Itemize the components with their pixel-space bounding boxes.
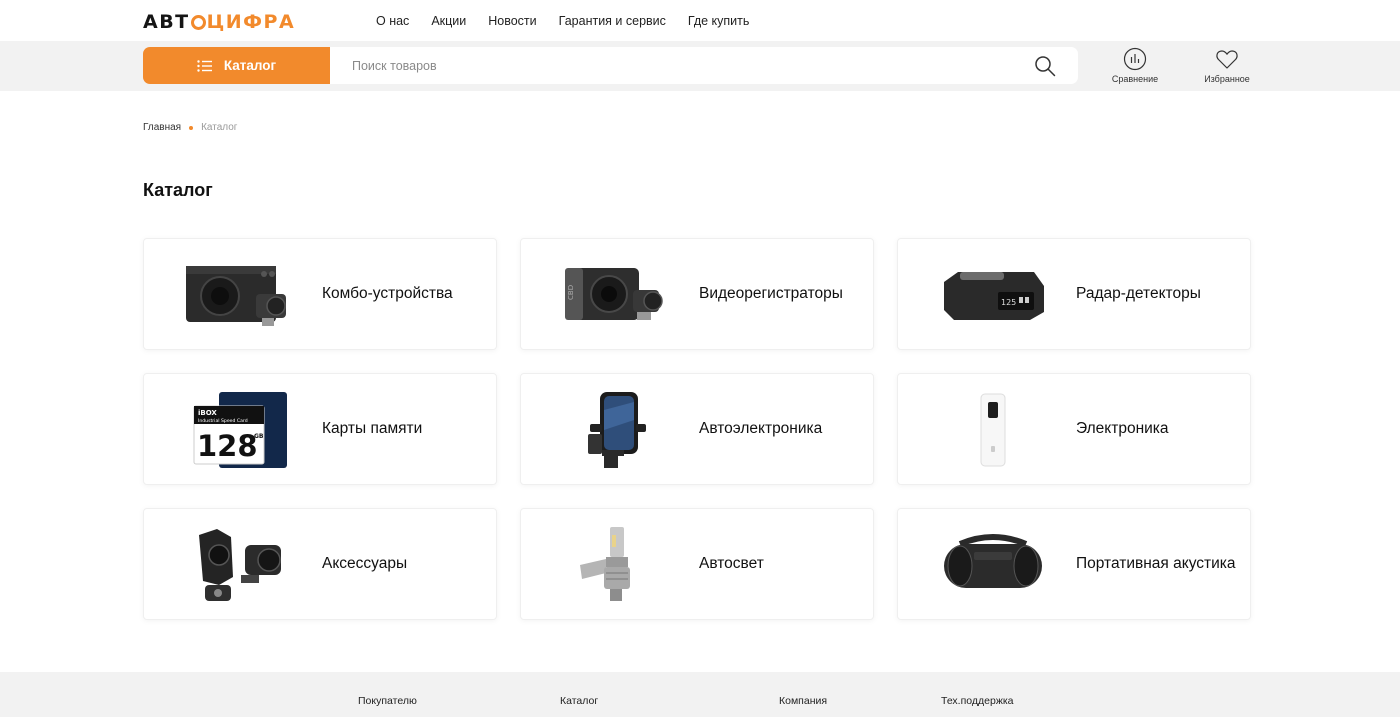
search-bar: [330, 47, 1078, 84]
category-card[interactable]: CBD Видеорегистраторы: [520, 238, 874, 350]
category-card[interactable]: Портативная акустика: [897, 508, 1251, 620]
footer-heading-buyer[interactable]: Покупателю: [358, 695, 417, 707]
favorites-button[interactable]: Избранное: [1201, 47, 1253, 84]
catalog-button-label: Каталог: [223, 58, 277, 73]
breadcrumb-home[interactable]: Главная: [143, 122, 181, 133]
favorites-label: Избранное: [1204, 74, 1250, 84]
phone-holder-icon: [561, 392, 671, 468]
powerbank-icon: [938, 392, 1048, 468]
logo-text-right: ЦИФРА: [206, 11, 296, 33]
category-grid: Комбо-устройства CBD Видеорегистраторы 1…: [143, 238, 1251, 620]
top-nav: О нас Акции Новости Гарантия и сервис Гд…: [376, 14, 749, 28]
category-label: Карты памяти: [322, 420, 423, 437]
card-size: 128: [197, 429, 258, 463]
category-label: Автоэлектроника: [699, 420, 823, 437]
page-title: Каталог: [143, 180, 213, 200]
search-icon[interactable]: [1034, 55, 1056, 77]
dashcam-icon: CBD: [561, 257, 671, 333]
category-label: Видеорегистраторы: [699, 285, 843, 302]
nav-about[interactable]: О нас: [376, 14, 409, 28]
category-card[interactable]: Автосвет: [520, 508, 874, 620]
footer-heading-company[interactable]: Компания: [779, 695, 827, 707]
svg-text:125: 125: [1001, 298, 1016, 307]
category-card[interactable]: iBOX Industrial Speed Card 128 GB Карты …: [143, 373, 497, 485]
logo-ring-icon: [190, 14, 206, 30]
radar-detector-icon: 125: [938, 257, 1048, 333]
list-icon: [197, 59, 212, 72]
footer: Покупателю Каталог Компания Тех.поддержк…: [0, 672, 1400, 717]
breadcrumb-separator-icon: [189, 125, 194, 130]
headlight-bulb-icon: [561, 527, 671, 603]
camera-accessory-icon: [184, 527, 294, 603]
category-card[interactable]: Аксессуары: [143, 508, 497, 620]
card-unit: GB: [254, 433, 264, 440]
search-input[interactable]: [352, 58, 952, 73]
compare-label: Сравнение: [1111, 74, 1159, 84]
nav-where-to-buy[interactable]: Где купить: [688, 14, 750, 28]
category-card[interactable]: Автоэлектроника: [520, 373, 874, 485]
logo-text-left: АВТ: [143, 11, 190, 33]
category-label: Портативная акустика: [1076, 555, 1236, 572]
heart-icon: [1216, 50, 1238, 69]
compare-icon: [1123, 47, 1147, 71]
category-label: Электроника: [1076, 420, 1169, 437]
footer-heading-catalog[interactable]: Каталог: [560, 695, 598, 707]
nav-warranty[interactable]: Гарантия и сервис: [559, 14, 666, 28]
breadcrumb-current: Каталог: [201, 122, 238, 133]
category-label: Аксессуары: [322, 555, 408, 572]
memory-card-icon: iBOX Industrial Speed Card 128 GB: [184, 392, 294, 468]
site-logo[interactable]: АВТ ЦИФРА: [143, 10, 295, 34]
category-label: Автосвет: [699, 555, 764, 572]
catalog-button[interactable]: Каталог: [143, 47, 330, 84]
category-label: Радар-детекторы: [1076, 285, 1201, 302]
card-subtitle: Industrial Speed Card: [198, 418, 248, 424]
top-bar: АВТ ЦИФРА О нас Акции Новости Гарантия и…: [0, 0, 1400, 41]
category-label: Комбо-устройства: [322, 285, 453, 302]
nav-news[interactable]: Новости: [488, 14, 536, 28]
compare-button[interactable]: Сравнение: [1110, 47, 1160, 84]
card-brand: iBOX: [198, 409, 217, 417]
footer-heading-support[interactable]: Тех.поддержка: [941, 695, 1014, 707]
category-card[interactable]: Комбо-устройства: [143, 238, 497, 350]
category-card[interactable]: Электроника: [897, 373, 1251, 485]
speaker-icon: [938, 527, 1048, 603]
nav-promotions[interactable]: Акции: [431, 14, 466, 28]
combo-device-icon: [184, 257, 294, 333]
svg-text:CBD: CBD: [567, 285, 575, 300]
breadcrumb: Главная Каталог: [143, 122, 237, 133]
category-card[interactable]: 125 Радар-детекторы: [897, 238, 1251, 350]
